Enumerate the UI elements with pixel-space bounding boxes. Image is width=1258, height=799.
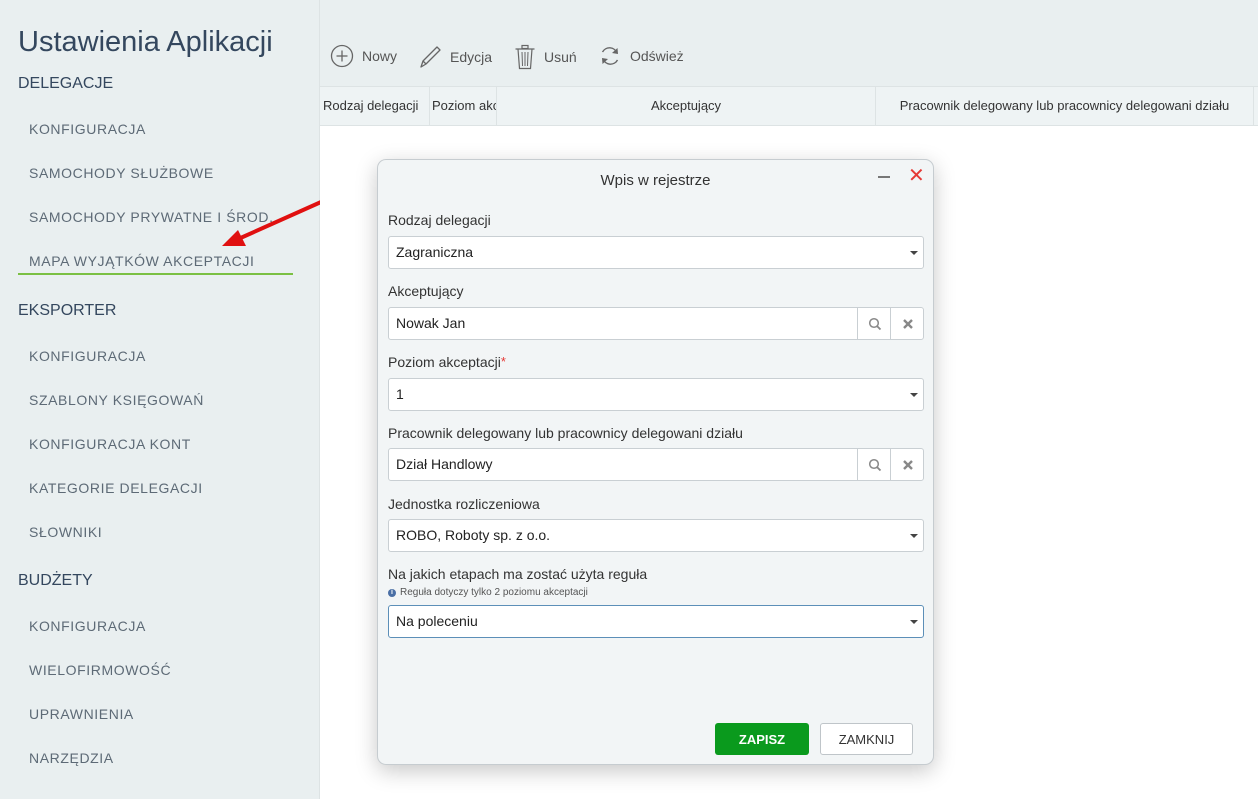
pracownik-search-icon[interactable] <box>857 449 891 480</box>
section-title-delegacje: DELEGACJE <box>18 75 114 92</box>
close-button[interactable]: ZAMKNIJ <box>820 723 913 755</box>
nav-szablony-ksiegowan[interactable]: SZABLONY KSIĘGOWAŃ <box>29 392 204 408</box>
delete-button[interactable]: Usuń <box>514 44 577 70</box>
nav-wielofirmowosc[interactable]: WIELOFIRMOWOŚĆ <box>29 662 171 678</box>
label-jednostka-rozliczeniowa: Jednostka rozliczeniowa <box>388 496 540 512</box>
chevron-down-icon <box>910 251 918 255</box>
edit-button[interactable]: Edycja <box>418 44 492 70</box>
select-poziom-akceptacji[interactable]: 1 <box>388 378 924 411</box>
section-title-budzety: BUDŻETY <box>18 572 93 589</box>
nav-narzedzia[interactable]: NARZĘDZIA <box>29 750 114 766</box>
column-rodzaj-delegacji[interactable]: Rodzaj delegacji <box>320 87 430 125</box>
delete-button-label: Usuń <box>544 49 577 65</box>
sidebar: Ustawienia Aplikacji DELEGACJE KONFIGURA… <box>0 0 320 799</box>
hint-etapy-text: Reguła dotyczy tylko 2 poziomu akceptacj… <box>400 587 588 598</box>
section-title-eksporter: EKSPORTER <box>18 302 117 319</box>
label-rodzaj-delegacji: Rodzaj delegacji <box>388 212 491 228</box>
new-button[interactable]: Nowy <box>330 44 397 68</box>
nav-budzety-konfiguracja[interactable]: KONFIGURACJA <box>29 618 146 634</box>
nav-uprawnienia[interactable]: UPRAWNIENIA <box>29 706 134 722</box>
nav-mapa-wyjatkow-akceptacji[interactable]: MAPA WYJĄTKÓW AKCEPTACJI <box>18 253 293 275</box>
dialog-title: Wpis w rejestrze <box>600 172 711 189</box>
grid-header: Rodzaj delegacji Poziom akceptacji Akcep… <box>320 86 1258 126</box>
refresh-button-label: Odśwież <box>630 48 684 64</box>
pracownik-clear-icon[interactable] <box>890 449 924 480</box>
label-poziom-akceptacji: Poziom akceptacji* <box>388 354 506 370</box>
refresh-button[interactable]: Odśwież <box>598 44 684 68</box>
lookup-akceptujacy-value: Nowak Jan <box>396 315 466 331</box>
select-etapy-reguly[interactable]: Na poleceniu <box>388 605 924 638</box>
lookup-akceptujacy[interactable]: Nowak Jan <box>388 307 924 340</box>
nav-delegacje-konfiguracja[interactable]: KONFIGURACJA <box>29 121 146 137</box>
required-mark: * <box>500 354 506 369</box>
lookup-pracownik-delegowany[interactable]: Dział Handlowy <box>388 448 924 481</box>
minimize-icon[interactable] <box>878 176 890 178</box>
trash-icon <box>515 44 535 70</box>
close-icon[interactable]: ✕ <box>908 166 925 186</box>
select-jednostka-value: ROBO, Roboty sp. z o.o. <box>396 527 551 543</box>
akceptujacy-search-icon[interactable] <box>857 308 891 339</box>
lookup-pracownik-value: Dział Handlowy <box>396 456 493 472</box>
save-button[interactable]: ZAPISZ <box>715 723 809 755</box>
label-etapy-reguly: Na jakich etapach ma zostać użyta reguła <box>388 566 648 582</box>
select-poziom-akceptacji-value: 1 <box>396 386 404 402</box>
plus-circle-icon <box>330 44 354 68</box>
nav-samochody-sluzbowe[interactable]: SAMOCHODY SŁUŻBOWE <box>29 165 214 181</box>
column-poziom-akceptacji[interactable]: Poziom akceptacji <box>430 87 497 125</box>
nav-konfiguracja-kont[interactable]: KONFIGURACJA KONT <box>29 436 191 452</box>
nav-eksporter-konfiguracja[interactable]: KONFIGURACJA <box>29 348 146 364</box>
refresh-icon <box>601 47 619 65</box>
column-akceptujacy[interactable]: Akceptujący <box>497 87 876 125</box>
edit-button-label: Edycja <box>450 49 493 65</box>
new-button-label: Nowy <box>362 48 398 64</box>
select-rodzaj-delegacji-value: Zagraniczna <box>396 244 474 260</box>
toolbar: Nowy Edycja Usuń Odśwież <box>320 0 1258 86</box>
nav-slowniki[interactable]: SŁOWNIKI <box>29 524 102 540</box>
annotation-arrow-icon <box>222 196 332 246</box>
pencil-icon <box>420 46 441 68</box>
label-akceptujacy: Akceptujący <box>388 283 464 299</box>
app-title: Ustawienia Aplikacji <box>18 26 273 58</box>
label-pracownik-delegowany: Pracownik delegowany lub pracownicy dele… <box>388 425 743 441</box>
select-jednostka-rozliczeniowa[interactable]: ROBO, Roboty sp. z o.o. <box>388 519 924 552</box>
select-rodzaj-delegacji[interactable]: Zagraniczna <box>388 236 924 269</box>
chevron-down-icon <box>910 534 918 538</box>
hint-etapy-reguly: i Reguła dotyczy tylko 2 poziomu akcepta… <box>388 587 588 598</box>
nav-kategorie-delegacji[interactable]: KATEGORIE DELEGACJI <box>29 480 203 496</box>
chevron-down-icon <box>910 620 918 624</box>
select-etapy-value: Na poleceniu <box>396 613 478 629</box>
label-poziom-akceptacji-text: Poziom akceptacji <box>388 354 501 370</box>
chevron-down-icon <box>910 393 918 397</box>
akceptujacy-clear-icon[interactable] <box>890 308 924 339</box>
column-pracownik-delegowany[interactable]: Pracownik delegowany lub pracownicy dele… <box>876 87 1254 125</box>
info-icon: i <box>388 588 396 597</box>
registry-entry-dialog: Wpis w rejestrze ✕ Rodzaj delegacji Zagr… <box>377 159 934 765</box>
